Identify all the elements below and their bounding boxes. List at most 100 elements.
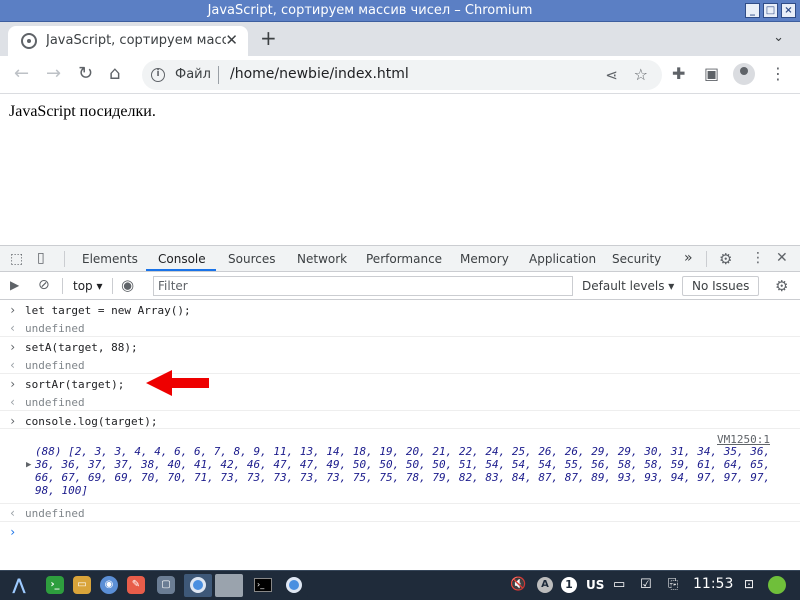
expand-triangle-icon[interactable]: ▶: [26, 460, 31, 470]
taskbar-window-terminal[interactable]: ›_: [250, 574, 278, 597]
terminal-app-icon[interactable]: ›_: [46, 576, 64, 594]
settings-gear-icon[interactable]: ⚙: [719, 250, 732, 268]
tab-console[interactable]: Console: [158, 252, 206, 266]
console-entry: › console.log(target);: [0, 411, 800, 429]
devtools-menu-icon[interactable]: ⋮: [751, 250, 765, 266]
close-devtools-icon[interactable]: ✕: [776, 250, 788, 266]
devtools-tab-bar: ⬚ ▯ Elements Console Sources Network Per…: [0, 245, 800, 272]
windows-app-icon[interactable]: ▢: [157, 576, 175, 594]
address-bar[interactable]: i Файл /home/newbie/index.html ⋖ ☆: [142, 60, 662, 90]
profile-avatar-icon[interactable]: [733, 63, 755, 85]
console-entry: › sortAr(target); ‹ undefined: [0, 374, 800, 411]
console-result: undefined: [25, 396, 85, 409]
terminal-window-icon: ›_: [254, 578, 272, 592]
prompt-chevron-icon: ›: [9, 377, 17, 391]
console-entry: › setA(target, 88); ‹ undefined: [0, 337, 800, 374]
result-arrow-icon: ‹: [9, 395, 17, 409]
browser-menu-icon[interactable]: ⋮: [770, 64, 786, 83]
window-title: JavaScript, сортируем массив чисел – Chr…: [207, 3, 533, 18]
no-issues-button[interactable]: No Issues: [682, 276, 760, 296]
filter-box[interactable]: [153, 276, 573, 296]
keyboard-layout[interactable]: US: [586, 578, 604, 592]
result-arrow-icon: ‹: [9, 358, 17, 372]
console-command: sortAr(target);: [25, 378, 125, 391]
tab-close-icon[interactable]: ✕: [225, 31, 238, 49]
forward-arrow-icon[interactable]: →: [46, 64, 61, 84]
browser-tab[interactable]: JavaScript, сортируем масс ✕: [8, 26, 248, 56]
eye-icon[interactable]: ◉: [121, 276, 134, 294]
clipboard-icon[interactable]: ☑: [640, 577, 652, 592]
prompt-chevron-icon: ›: [9, 340, 17, 354]
taskbar-window-chromium[interactable]: [184, 574, 212, 597]
editor-app-icon[interactable]: ✎: [127, 576, 145, 594]
tab-performance[interactable]: Performance: [366, 252, 442, 266]
new-tab-icon[interactable]: +: [260, 28, 277, 48]
chromium-icon: [190, 577, 206, 593]
file-manager-icon[interactable]: ▭: [73, 576, 91, 594]
logout-icon[interactable]: [768, 576, 786, 594]
taskbar-window-chromium-2[interactable]: [280, 574, 308, 597]
prompt-chevron-icon: ›: [9, 414, 17, 428]
updates-icon[interactable]: A: [537, 577, 553, 593]
context-value: top: [73, 279, 93, 293]
home-icon[interactable]: ⌂: [109, 64, 120, 84]
display-icon[interactable]: ▭: [613, 577, 625, 592]
tab-application[interactable]: Application: [529, 252, 596, 266]
console-log-message: VM1250:1 ▶ (88) [2, 3, 3, 4, 4, 6, 6, 7,…: [0, 429, 800, 504]
tab-security[interactable]: Security: [612, 252, 661, 266]
inspect-element-icon[interactable]: ⬚: [10, 251, 23, 267]
taskbar-window-blank[interactable]: [215, 574, 243, 597]
console-command: setA(target, 88);: [25, 341, 138, 354]
start-menu-icon[interactable]: ⋀: [10, 576, 28, 594]
attachment-icon[interactable]: ⎘: [668, 577, 678, 592]
reload-icon[interactable]: ↻: [78, 64, 93, 84]
filter-input[interactable]: [158, 279, 568, 293]
console-settings-gear-icon[interactable]: ⚙: [775, 277, 788, 295]
extensions-puzzle-icon[interactable]: ✚: [672, 64, 685, 83]
clear-console-icon[interactable]: ⊘: [38, 277, 50, 293]
context-selector[interactable]: top ▾: [73, 279, 103, 293]
result-arrow-icon: ‹: [9, 321, 17, 335]
result-arrow-icon: ‹: [9, 506, 17, 520]
device-toggle-icon[interactable]: ▯: [37, 250, 45, 266]
console-separator: [62, 278, 63, 294]
console-entry: › let target = new Array(); ‹ undefined: [0, 300, 800, 337]
taskbar: ⋀ ›_ ▭ ◉ ✎ ▢ ›_ 🔇 A 1 US ▭ ☑ ⎘ 11:53 ⊡: [0, 570, 800, 600]
console-toolbar: ▶ ⊘ top ▾ ◉ Default levels ▾ No Issues ⚙: [0, 272, 800, 300]
log-levels-dropdown[interactable]: Default levels ▾: [582, 279, 674, 293]
more-tabs-icon[interactable]: »: [684, 250, 693, 266]
tab-elements[interactable]: Elements: [82, 252, 138, 266]
notification-badge[interactable]: 1: [561, 577, 577, 593]
prompt-chevron-icon: ›: [9, 525, 17, 539]
tab-search-chevron-icon[interactable]: ⌄: [773, 30, 784, 45]
console-result: undefined: [25, 322, 85, 335]
network-lock-icon[interactable]: ⊡: [744, 577, 754, 591]
console-command: console.log(target);: [25, 415, 158, 428]
web-page: JavaScript посиделки.: [0, 94, 800, 245]
page-heading-text: JavaScript посиделки.: [9, 103, 156, 120]
array-output[interactable]: (88) [2, 3, 3, 4, 4, 6, 6, 7, 8, 9, 11, …: [35, 445, 775, 497]
globe-icon: [21, 33, 37, 49]
maximize-icon[interactable]: □: [763, 3, 778, 18]
side-panel-icon[interactable]: ▣: [704, 64, 719, 83]
back-arrow-icon[interactable]: ←: [14, 64, 29, 84]
volume-mute-icon[interactable]: 🔇: [510, 577, 526, 592]
bookmark-star-icon[interactable]: ☆: [634, 65, 648, 84]
close-window-icon[interactable]: ×: [781, 3, 796, 18]
info-icon[interactable]: i: [151, 68, 165, 82]
devtools-separator: [64, 251, 65, 267]
clock[interactable]: 11:53: [693, 576, 733, 592]
annotation-arrow-icon: [146, 370, 209, 396]
minimize-icon[interactable]: _: [745, 3, 760, 18]
console-panel[interactable]: › let target = new Array(); ‹ undefined …: [0, 300, 800, 570]
tab-memory[interactable]: Memory: [460, 252, 509, 266]
tab-strip: JavaScript, сортируем масс ✕ + ⌄: [0, 22, 800, 56]
sidebar-toggle-icon[interactable]: ▶: [10, 278, 19, 292]
tab-network[interactable]: Network: [297, 252, 347, 266]
console-result: undefined: [25, 507, 85, 520]
url-text[interactable]: /home/newbie/index.html: [230, 66, 409, 82]
share-icon[interactable]: ⋖: [605, 66, 618, 84]
console-command: let target = new Array();: [25, 304, 191, 317]
browser-launcher-icon[interactable]: ◉: [100, 576, 118, 594]
tab-sources[interactable]: Sources: [228, 252, 275, 266]
